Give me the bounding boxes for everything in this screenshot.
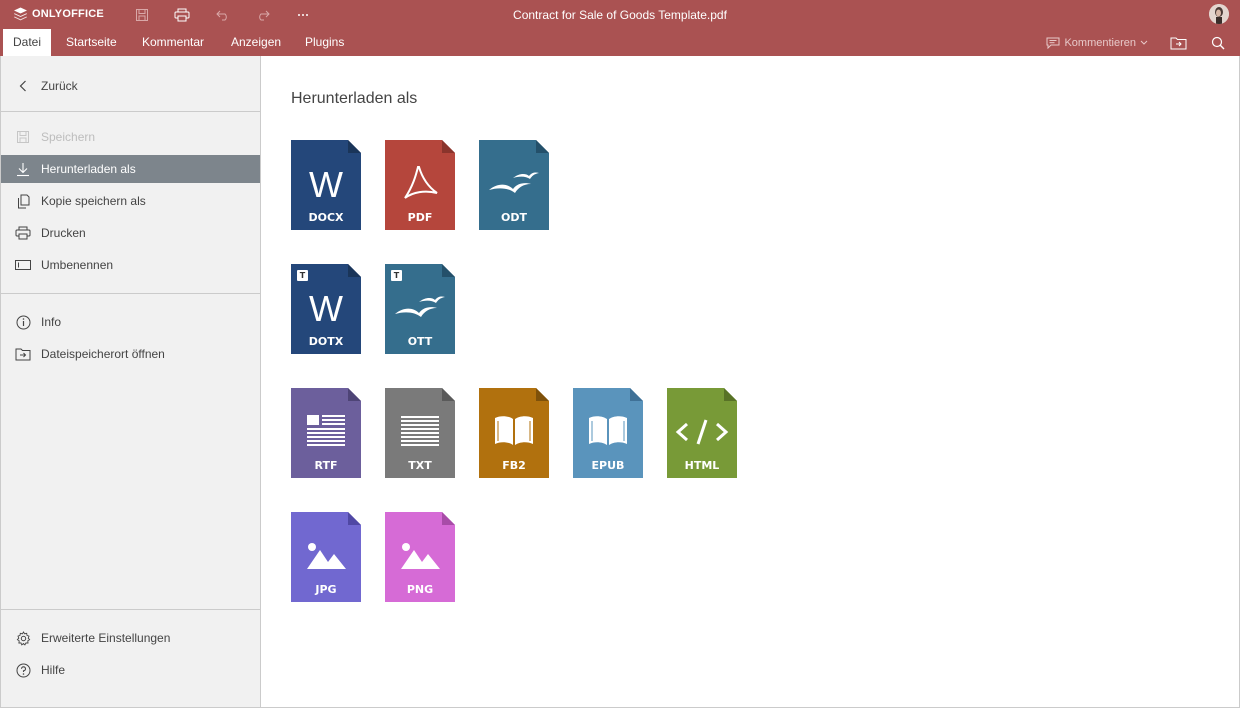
format-label: HTML xyxy=(684,459,720,472)
sidebar-item-advanced-settings[interactable]: Erweiterte Einstellungen xyxy=(1,624,260,652)
svg-text:W: W xyxy=(309,288,343,329)
sidebar-item-print[interactable]: Drucken xyxy=(1,219,260,247)
format-html-button[interactable]: HTML xyxy=(667,388,737,478)
sidebar-item-label: Info xyxy=(41,315,62,329)
format-fb2-button[interactable]: FB2 xyxy=(479,388,549,478)
format-label: PDF xyxy=(407,211,433,224)
page-title: Herunterladen als xyxy=(291,90,418,107)
sidebar-item-label: Drucken xyxy=(41,226,86,240)
template-badge: T xyxy=(297,270,308,281)
user-avatar[interactable] xyxy=(1209,4,1229,24)
sidebar-item-label: Speichern xyxy=(41,130,96,144)
download-icon xyxy=(14,160,32,178)
format-odt-button[interactable]: ODT xyxy=(479,140,549,230)
format-label: RTF xyxy=(314,459,338,472)
tab-file[interactable]: Datei xyxy=(3,29,52,56)
file-menu-panel: Zurück Speichern Herunterladen als Kopie… xyxy=(0,56,261,708)
sidebar-item-label: Herunterladen als xyxy=(41,162,136,176)
divider xyxy=(1,293,260,294)
format-dotx-button[interactable]: W T DOTX xyxy=(291,264,361,354)
comment-mode-label: Kommentieren xyxy=(1064,36,1136,49)
open-location-icon[interactable] xyxy=(1170,29,1187,56)
gear-icon xyxy=(14,629,32,647)
sidebar-item-label: Dateispeicherort öffnen xyxy=(41,347,165,361)
folder-open-icon xyxy=(14,345,32,363)
format-label: JPG xyxy=(315,583,337,596)
back-button[interactable]: Zurück xyxy=(1,72,260,100)
rename-icon xyxy=(14,256,32,274)
format-pdf-button[interactable]: PDF xyxy=(385,140,455,230)
format-label: DOTX xyxy=(308,335,344,348)
info-icon xyxy=(14,313,32,331)
sidebar-item-save[interactable]: Speichern xyxy=(1,123,260,151)
tab-view[interactable]: Anzeigen xyxy=(221,29,291,56)
sidebar-item-save-copy[interactable]: Kopie speichern als xyxy=(1,187,260,215)
sidebar-item-label: Erweiterte Einstellungen xyxy=(41,631,171,645)
sidebar-item-label: Hilfe xyxy=(41,663,66,677)
sidebar-item-open-location[interactable]: Dateispeicherort öffnen xyxy=(1,340,260,368)
sidebar-item-info[interactable]: Info xyxy=(1,308,260,336)
save-icon xyxy=(14,128,32,146)
chevron-down-icon xyxy=(1140,40,1148,45)
divider xyxy=(1,111,260,112)
help-icon xyxy=(14,661,32,679)
search-icon[interactable] xyxy=(1211,29,1225,56)
sidebar-item-label: Kopie speichern als xyxy=(41,194,146,208)
format-label: FB2 xyxy=(502,459,526,472)
format-jpg-button[interactable]: JPG xyxy=(291,512,361,602)
title-bar: ONLYOFFICE Contract for Sale of Goods Te… xyxy=(0,0,1240,29)
template-badge: T xyxy=(391,270,402,281)
tab-plugins[interactable]: Plugins xyxy=(295,29,354,56)
format-rtf-button[interactable]: RTF xyxy=(291,388,361,478)
comment-mode-dropdown[interactable]: Kommentieren xyxy=(1046,29,1148,56)
format-png-button[interactable]: PNG xyxy=(385,512,455,602)
divider xyxy=(1,609,260,610)
back-label: Zurück xyxy=(41,79,78,93)
format-docx-button[interactable]: W DOCX xyxy=(291,140,361,230)
comment-icon xyxy=(1046,37,1060,49)
sidebar-item-help[interactable]: Hilfe xyxy=(1,656,260,684)
format-label: TXT xyxy=(408,459,432,472)
print-icon xyxy=(14,224,32,242)
sidebar-item-download-as[interactable]: Herunterladen als xyxy=(1,155,260,183)
menu-bar: Datei Startseite Kommentar Anzeigen Plug… xyxy=(0,29,1240,56)
svg-text:W: W xyxy=(309,164,343,205)
format-label: PNG xyxy=(406,583,434,596)
chevron-left-icon xyxy=(14,77,32,95)
sidebar-item-label: Umbenennen xyxy=(41,258,114,272)
document-title: Contract for Sale of Goods Template.pdf xyxy=(513,8,727,22)
sidebar-item-rename[interactable]: Umbenennen xyxy=(1,251,260,279)
format-label: OTT xyxy=(407,335,433,348)
tab-comment[interactable]: Kommentar xyxy=(132,29,214,56)
format-label: EPUB xyxy=(591,459,625,472)
format-label: ODT xyxy=(501,211,527,224)
format-ott-button[interactable]: T OTT xyxy=(385,264,455,354)
format-txt-button[interactable]: TXT xyxy=(385,388,455,478)
format-label: DOCX xyxy=(308,211,344,224)
tab-home[interactable]: Startseite xyxy=(56,29,127,56)
copy-icon xyxy=(14,192,32,210)
format-epub-button[interactable]: EPUB xyxy=(573,388,643,478)
